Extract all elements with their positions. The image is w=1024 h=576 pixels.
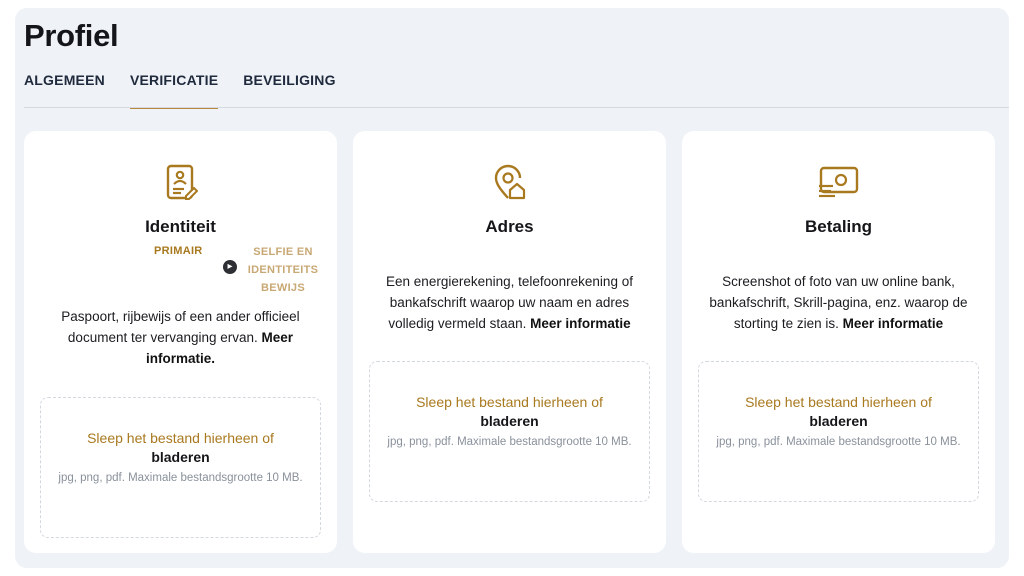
dropzone-prompt: Sleep het bestand hierheen of: [87, 430, 274, 446]
payment-card: Betaling Screenshot of foto van uw onlin…: [682, 131, 995, 553]
payment-dropzone[interactable]: Sleep het bestand hierheen of bladeren j…: [698, 361, 979, 502]
profile-panel: Profiel ALGEMEEN VERIFICATIE BEVEILIGING…: [15, 8, 1009, 568]
id-document-icon: [166, 164, 198, 200]
payment-more-info-link[interactable]: Meer informatie: [843, 316, 944, 331]
identity-card: Identiteit PRIMAIR ▸ SELFIE EN IDENTITEI…: [24, 131, 337, 553]
browse-link[interactable]: bladeren: [41, 449, 320, 465]
browse-link[interactable]: bladeren: [370, 413, 649, 429]
tab-beveiliging[interactable]: BEVEILIGING: [243, 72, 335, 108]
tab-algemeen[interactable]: ALGEMEEN: [24, 72, 105, 108]
primary-badge: PRIMAIR: [154, 245, 203, 257]
payment-title: Betaling: [804, 217, 873, 236]
location-home-icon: [494, 164, 525, 200]
tab-verificatie[interactable]: VERIFICATIE: [129, 72, 219, 109]
address-dropzone[interactable]: Sleep het bestand hierheen of bladeren j…: [369, 361, 650, 502]
dropzone-hint: jpg, png, pdf. Maximale bestandsgrootte …: [716, 436, 961, 448]
browse-link[interactable]: bladeren: [699, 413, 978, 429]
identity-dropzone[interactable]: Sleep het bestand hierheen of bladeren j…: [40, 397, 321, 538]
identity-description: Paspoort, rijbewijs of een ander officie…: [46, 306, 315, 369]
tab-bar: ALGEMEEN VERIFICATIE BEVEILIGING: [24, 72, 361, 109]
address-title: Adres: [485, 217, 534, 236]
page-title: Profiel: [24, 18, 119, 53]
dropzone-prompt: Sleep het bestand hierheen of: [745, 394, 932, 410]
dropzone-prompt: Sleep het bestand hierheen of: [416, 394, 603, 410]
address-description: Een energierekening, telefoonrekening of…: [375, 271, 644, 334]
address-card: Adres Een energierekening, telefoonreken…: [353, 131, 666, 553]
tabs-divider: [24, 107, 1009, 108]
identity-title: Identiteit: [145, 217, 216, 236]
chevron-right-icon: ▸: [223, 260, 237, 274]
payment-description: Screenshot of foto van uw online bank, b…: [704, 271, 973, 334]
dropzone-hint: jpg, png, pdf. Maximale bestandsgrootte …: [387, 436, 632, 448]
selfie-id-label: SELFIE EN IDENTITEITS BEWIJS: [247, 246, 319, 294]
address-more-info-link[interactable]: Meer informatie: [530, 316, 631, 331]
dropzone-hint: jpg, png, pdf. Maximale bestandsgrootte …: [58, 472, 303, 484]
payment-card-icon: [818, 166, 858, 198]
